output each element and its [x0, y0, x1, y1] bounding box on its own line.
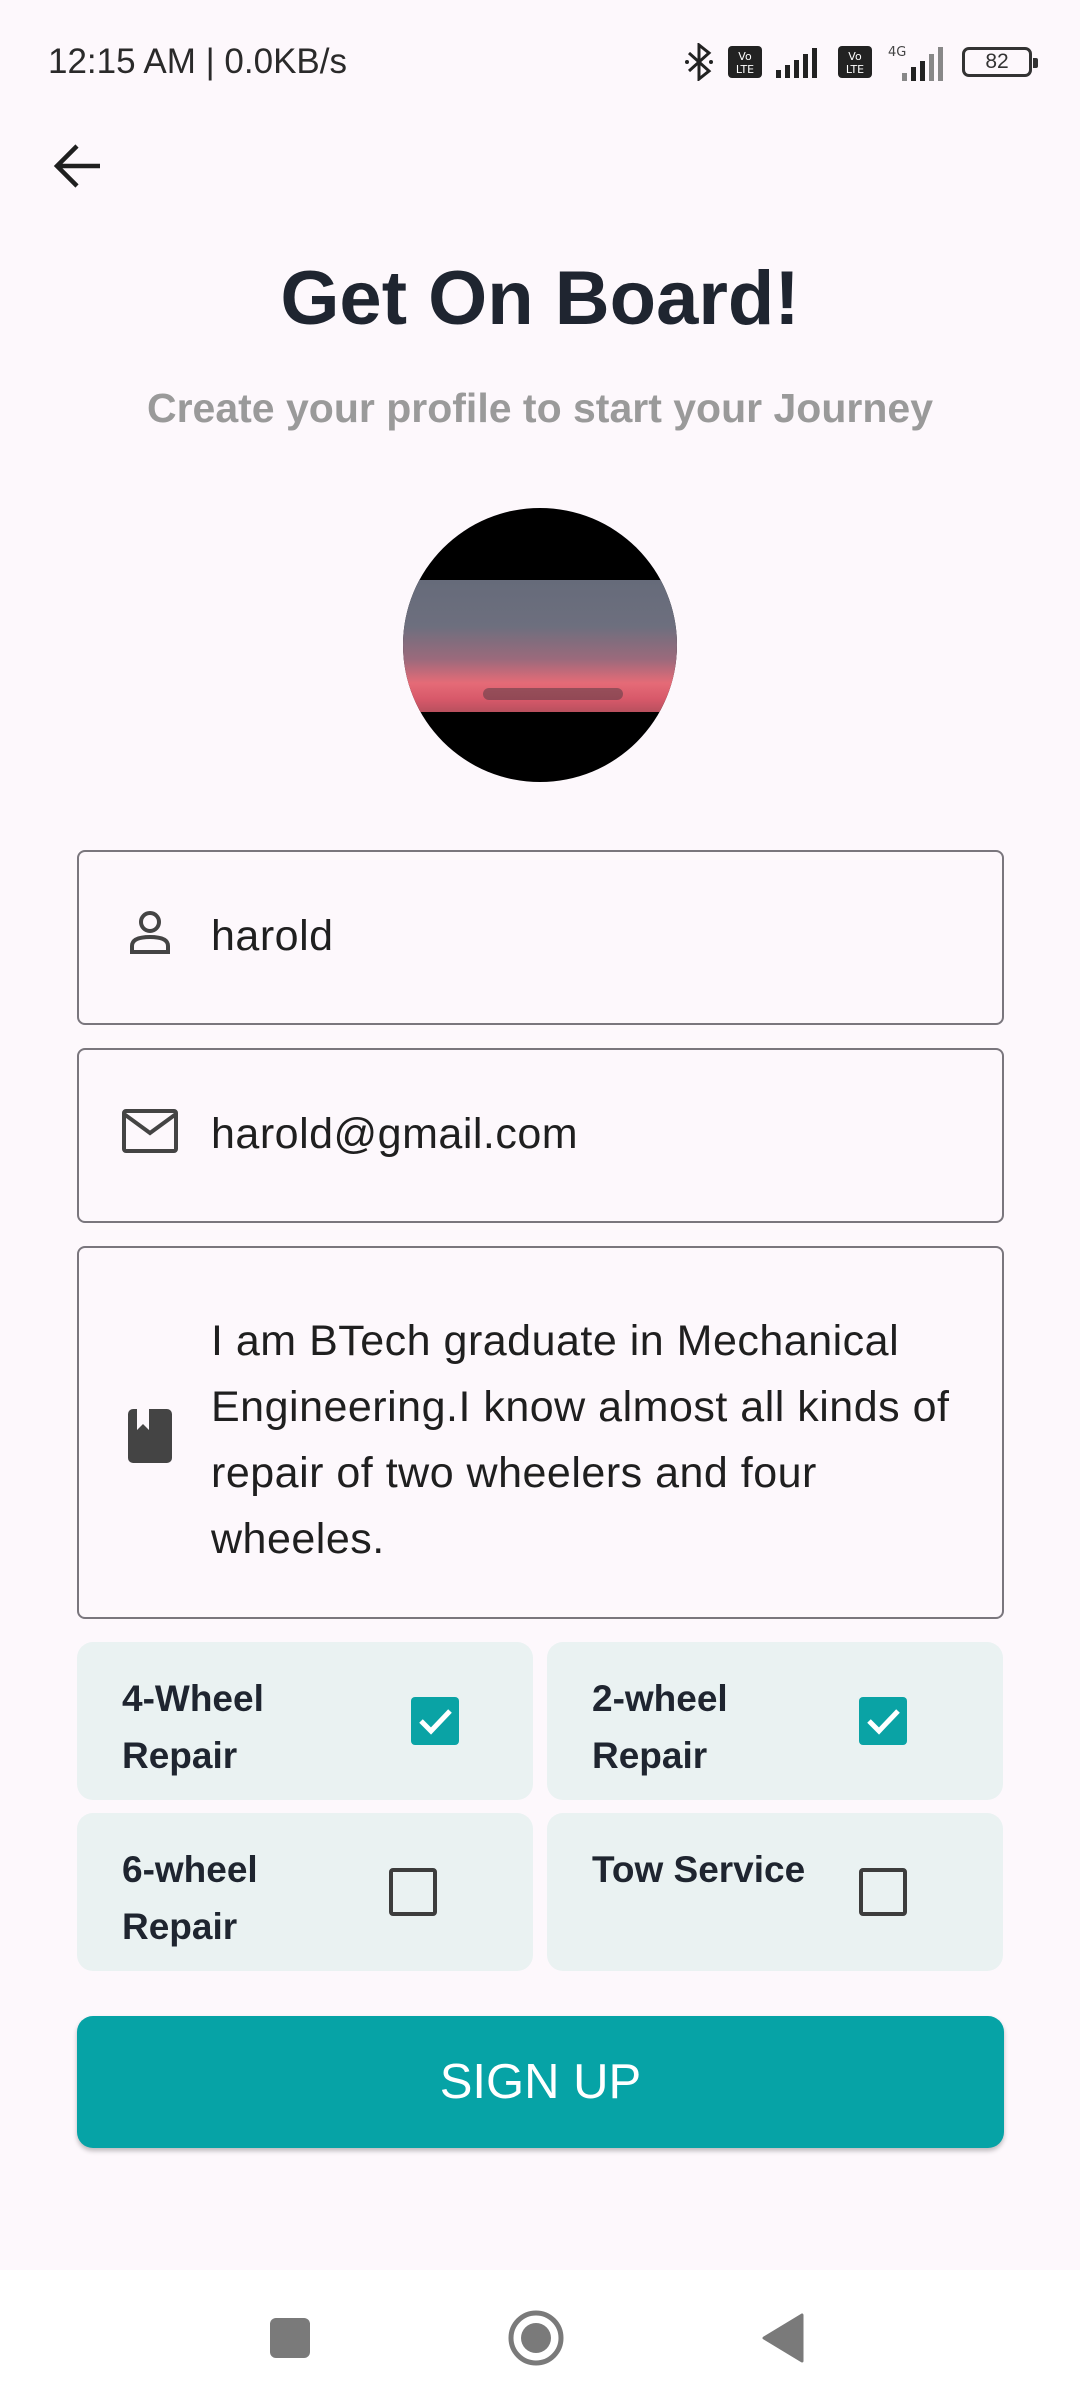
status-bar: 12:15 AM | 0.0KB/s Vo LTE Vo LTE 4G 82	[0, 0, 1080, 124]
home-button[interactable]	[506, 2310, 566, 2370]
checkbox-unchecked-icon[interactable]	[859, 1868, 907, 1916]
bio-value: I am BTech graduate in Mechanical Engine…	[211, 1317, 950, 1563]
svg-text:LTE: LTE	[846, 63, 864, 76]
volte-1-text: Vo	[738, 50, 752, 63]
status-time: 12:15 AM | 0.0KB/s	[48, 42, 347, 81]
checkbox-checked-icon[interactable]	[411, 1697, 459, 1745]
service-label: Tow Service	[592, 1849, 806, 1890]
service-label: 4-Wheel Repair	[122, 1678, 264, 1776]
service-6-wheel-repair[interactable]: 6-wheel Repair	[77, 1813, 533, 1971]
checkbox-unchecked-icon[interactable]	[389, 1868, 437, 1916]
service-2-wheel-repair[interactable]: 2-wheel Repair	[547, 1642, 1003, 1800]
status-icons: Vo LTE Vo LTE 4G 82	[684, 43, 1038, 81]
circle-icon	[507, 2309, 565, 2372]
person-icon	[117, 908, 183, 956]
recent-apps-button[interactable]	[260, 2310, 320, 2370]
square-icon	[269, 2317, 311, 2364]
signal-4g-icon: 4G	[886, 43, 948, 81]
book-icon	[117, 1408, 183, 1464]
page-subtitle: Create your profile to start your Journe…	[146, 385, 933, 431]
page-title: Get On Board!	[280, 256, 800, 341]
battery-icon: 82	[962, 47, 1038, 77]
service-tow-service[interactable]: Tow Service	[547, 1813, 1003, 1971]
email-value: harold@gmail.com	[211, 1110, 579, 1158]
svg-text:LTE: LTE	[736, 63, 754, 76]
checkbox-checked-icon[interactable]	[859, 1697, 907, 1745]
name-field[interactable]: harold	[77, 850, 1004, 1025]
bio-field[interactable]: I am BTech graduate in Mechanical Engine…	[77, 1246, 1004, 1619]
system-nav-bar	[0, 2270, 1080, 2400]
system-back-button[interactable]	[752, 2310, 812, 2370]
volte-icon-2: Vo LTE	[838, 46, 872, 78]
mail-icon	[117, 1108, 183, 1154]
email-field[interactable]: harold@gmail.com	[77, 1048, 1004, 1223]
avatar-cloud	[483, 688, 623, 700]
bluetooth-icon	[684, 43, 714, 81]
signal-icon	[776, 46, 824, 78]
profile-avatar[interactable]	[403, 508, 677, 782]
svg-text:Vo: Vo	[848, 50, 862, 63]
name-value: harold	[211, 912, 334, 960]
sign-up-button[interactable]: SIGN UP	[77, 2016, 1004, 2148]
back-button[interactable]	[46, 136, 110, 200]
svg-text:4G: 4G	[888, 45, 906, 60]
volte-icon: Vo LTE	[728, 46, 762, 78]
triangle-back-icon	[760, 2313, 804, 2368]
service-label: 2-wheel Repair	[592, 1678, 728, 1776]
service-4-wheel-repair[interactable]: 4-Wheel Repair	[77, 1642, 533, 1800]
arrow-back-icon	[53, 143, 103, 194]
service-label: 6-wheel Repair	[122, 1849, 258, 1947]
